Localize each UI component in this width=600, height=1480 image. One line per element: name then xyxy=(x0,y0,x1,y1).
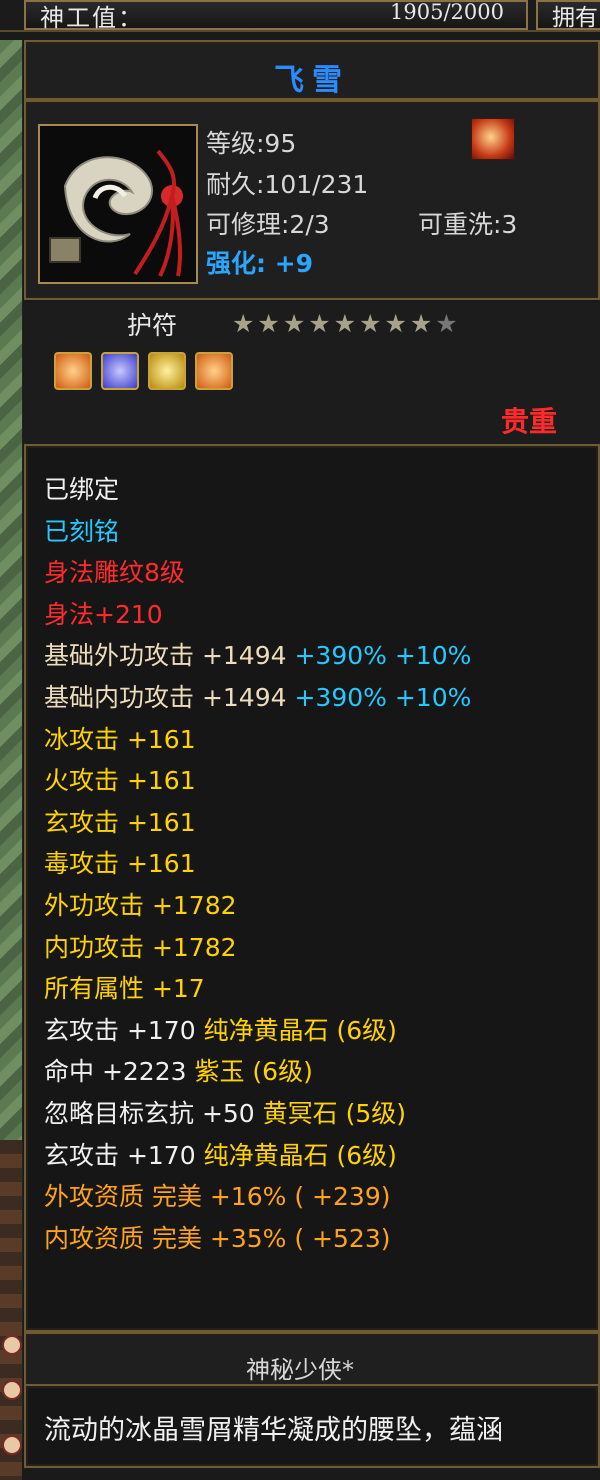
amulet-label: 护符 xyxy=(127,311,178,340)
attribute-line: 玄攻击 +170 纯净黄晶石 (6级) xyxy=(44,1011,397,1047)
attribute-text: 内攻资质 完美 +35% ( +523) xyxy=(44,1223,391,1253)
stars-filled: ★★★★★★★★ xyxy=(232,309,436,338)
attribute-line: 外攻资质 完美 +16% ( +239) xyxy=(44,1177,390,1213)
game-world-background xyxy=(0,40,23,1480)
craft-value: 1905/2000 xyxy=(390,0,504,24)
attribute-line: 内功攻击 +1782 xyxy=(44,928,237,964)
item-durability: 耐久:101/231 xyxy=(206,170,369,199)
attribute-line: 身法+210 xyxy=(44,595,163,631)
attribute-text: 命中 +2223 xyxy=(44,1057,195,1087)
item-enhance: 强化: +9 xyxy=(206,249,314,278)
attribute-text: 身法+210 xyxy=(44,599,163,629)
gem-yellow-icon[interactable] xyxy=(148,352,186,390)
attribute-extra: 纯净黄晶石 (6级) xyxy=(203,1140,397,1170)
star-rating: ★★★★★★★★★ xyxy=(232,309,461,338)
attribute-text: 冰攻击 +161 xyxy=(44,724,196,754)
attribute-line: 内攻资质 完美 +35% ( +523) xyxy=(44,1219,390,1255)
attribute-text: 毒攻击 +161 xyxy=(44,849,196,879)
item-name: 飞雪 xyxy=(274,63,350,98)
gem-blue-icon[interactable] xyxy=(101,352,139,390)
attribute-line: 忽略目标玄抗 +50 黄冥石 (5级) xyxy=(44,1094,406,1130)
attribute-text: 外功攻击 +1782 xyxy=(44,891,237,920)
item-level: 等级:95 xyxy=(206,129,297,158)
attribute-text: 玄攻击 +170 xyxy=(44,1140,204,1170)
attribute-extra: +390% +10% xyxy=(286,641,472,671)
attribute-line: 玄攻击 +170 纯净黄晶石 (6级) xyxy=(44,1136,397,1172)
item-description: 流动的冰晶雪屑精华凝成的腰坠，蕴涵 xyxy=(44,1415,503,1446)
attribute-text: 内功攻击 +1782 xyxy=(44,932,237,962)
attribute-line: 毒攻击 +161 xyxy=(44,844,196,880)
attribute-text: 已刻铭 xyxy=(44,516,120,546)
item-icon-frame[interactable] xyxy=(38,124,198,284)
attribute-line: 所有属性 +17 xyxy=(44,969,205,1005)
gem-orange-icon[interactable] xyxy=(54,352,92,390)
attribute-line: 基础内功攻击 +1494 +390% +10% xyxy=(44,678,471,714)
item-rewash: 可重洗:3 xyxy=(418,210,518,239)
item-name-panel: 飞雪 xyxy=(24,40,600,100)
attribute-line: 火攻击 +161 xyxy=(44,761,196,797)
jade-pendant-icon xyxy=(40,126,196,282)
attribute-line: 外功攻击 +1782 xyxy=(44,886,237,922)
attribute-text: 身法雕纹8级 xyxy=(44,558,185,588)
attribute-text: 外攻资质 完美 +16% ( +239) xyxy=(44,1182,391,1212)
attribute-line: 已刻铭 xyxy=(44,512,119,548)
attribute-text: 所有属性 +17 xyxy=(44,974,205,1004)
fire-emblem-icon xyxy=(471,118,515,160)
rarity-label: 贵重 xyxy=(501,405,558,438)
attribute-line: 身法雕纹8级 xyxy=(44,553,185,589)
attribute-line: 基础外功攻击 +1494 +390% +10% xyxy=(44,636,471,672)
attribute-line: 命中 +2223 紫玉 (6级) xyxy=(44,1052,313,1088)
attribute-extra: +390% +10% xyxy=(286,683,472,712)
attribute-text: 基础内功攻击 +1494 xyxy=(44,683,287,712)
attribute-extra: 黄冥石 (5级) xyxy=(262,1099,407,1128)
owned-label: 拥有 xyxy=(552,5,598,31)
attribute-text: 基础外功攻击 +1494 xyxy=(44,641,287,671)
attribute-text: 已绑定 xyxy=(44,475,120,504)
attribute-extra: 纯净黄晶石 (6级) xyxy=(203,1015,397,1045)
attribute-text: 玄攻击 +161 xyxy=(44,807,196,837)
item-repairable: 可修理:2/3 xyxy=(206,210,330,239)
craft-value-label: 神工值： xyxy=(40,4,144,32)
top-status-bar: 神工值： 1905/2000 拥有 xyxy=(0,0,600,32)
gem-orange-icon[interactable] xyxy=(195,352,233,390)
attribute-text: 玄攻击 +170 xyxy=(44,1015,204,1045)
world-wood-panel xyxy=(0,1140,22,1480)
attribute-text: 忽略目标玄抗 +50 xyxy=(44,1099,263,1128)
owner-name: 神秘少侠* xyxy=(246,1356,354,1384)
attribute-extra: 紫玉 (6级) xyxy=(194,1057,313,1087)
stars-empty: ★ xyxy=(435,309,461,338)
attribute-line: 已绑定 xyxy=(44,470,119,506)
world-icon xyxy=(2,1435,22,1455)
attribute-line: 玄攻击 +161 xyxy=(44,803,196,839)
attribute-line: 冰攻击 +161 xyxy=(44,720,196,756)
attribute-text: 火攻击 +161 xyxy=(44,766,196,796)
